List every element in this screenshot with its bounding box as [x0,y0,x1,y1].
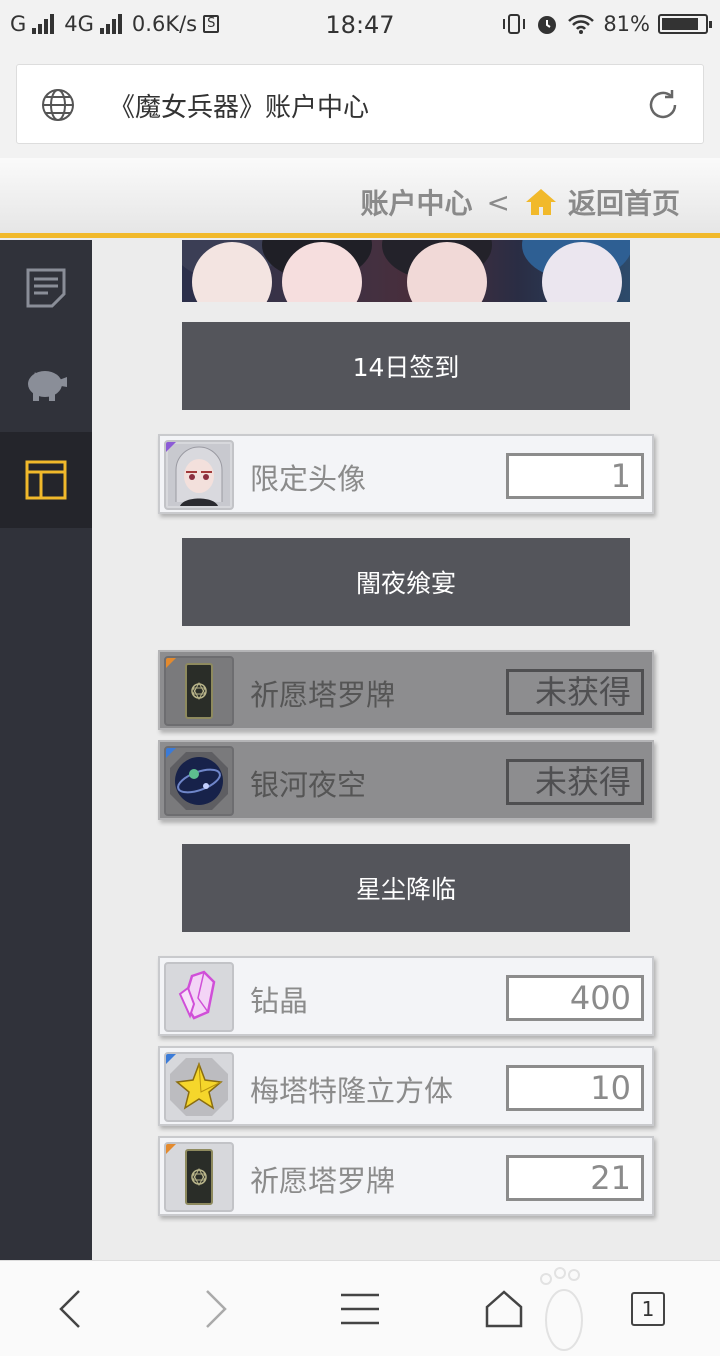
home-icon[interactable] [524,187,558,217]
reward-item: 钻晶 400 [158,956,654,1036]
page-title: 《魔女兵器》账户中心 [109,93,370,123]
reward-name: 钻晶 [250,984,309,1018]
footprint-watermark-icon [540,1267,583,1351]
reward-quantity: 400 [506,975,644,1021]
section-header-14day[interactable]: 14日签到 [182,322,630,410]
reward-name: 祈愿塔罗牌 [250,1164,396,1198]
back-button[interactable] [46,1285,94,1333]
tarot-card-icon [164,1142,234,1212]
site-header: 账户中心 < 返回首页 [0,158,720,238]
sidebar-item-notes[interactable] [0,240,92,336]
section-header-dark-feast[interactable]: 闇夜飨宴 [182,538,630,626]
reward-name: 梅塔特隆立方体 [250,1074,454,1108]
address-bar[interactable]: 《魔女兵器》账户中心 [16,64,704,144]
home-outline-icon [485,1290,523,1328]
star-cube-icon [164,1052,234,1122]
forward-button[interactable] [192,1285,240,1333]
tabs-button[interactable]: 1 [624,1285,672,1333]
breadcrumb: 账户中心 < 返回首页 [361,182,681,222]
reward-quantity: 1 [506,453,644,499]
reward-quantity: 21 [506,1155,644,1201]
reward-item: 限定头像 1 [158,434,654,514]
reward-item: 银河夜空 未获得 [158,740,654,820]
menu-button[interactable] [336,1285,384,1333]
reward-quantity: 10 [506,1065,644,1111]
globe-icon [42,89,74,121]
reward-item: 梅塔特隆立方体 10 [158,1046,654,1126]
reward-item: 祈愿塔罗牌 21 [158,1136,654,1216]
account-center-label: 账户中心 [360,187,473,220]
piggy-bank-icon [28,371,67,401]
back-home-link[interactable]: 返回首页 [568,182,680,222]
home-button[interactable] [480,1285,528,1333]
layout-icon [25,460,67,500]
reward-item: 祈愿塔罗牌 未获得 [158,650,654,730]
menu-icon [341,1293,379,1325]
chevron-right-icon [206,1290,227,1328]
reload-icon[interactable] [645,87,681,123]
main-content: 14日签到 限定头像 1 闇夜飨宴 祈愿塔罗牌 未获得 银河夜空 未获得 星尘降… [92,240,720,1260]
vibrate-icon [503,14,526,34]
chevron-left-icon [59,1290,80,1328]
reward-name: 祈愿塔罗牌 [250,678,396,712]
avatar-icon [164,440,234,510]
tarot-card-icon [164,656,234,726]
reward-status: 未获得 [506,759,644,805]
character-banner-image [182,240,630,302]
browser-bottom-nav: 1 [0,1260,720,1356]
battery-percent: 81% [603,12,650,36]
reward-name: 限定头像 [250,462,367,496]
wifi-icon [568,14,595,34]
browser-toolbar: 《魔女兵器》账户中心 [0,50,720,158]
crystal-icon [164,962,234,1032]
notes-icon [26,268,66,308]
reward-status: 未获得 [506,669,644,715]
section-header-stardust[interactable]: 星尘降临 [182,844,630,932]
sidebar-item-piggy[interactable] [0,336,92,432]
galaxy-icon [164,746,234,816]
sidebar [0,240,92,1260]
reward-name: 银河夜空 [250,768,367,802]
breadcrumb-separator: < [486,185,510,219]
battery-icon [658,14,712,34]
alarm-icon [538,16,557,34]
status-bar: G 4G 0.6K/s S 18:47 81% [0,0,720,50]
sidebar-item-layout[interactable] [0,432,92,528]
tab-count: 1 [631,1292,665,1326]
